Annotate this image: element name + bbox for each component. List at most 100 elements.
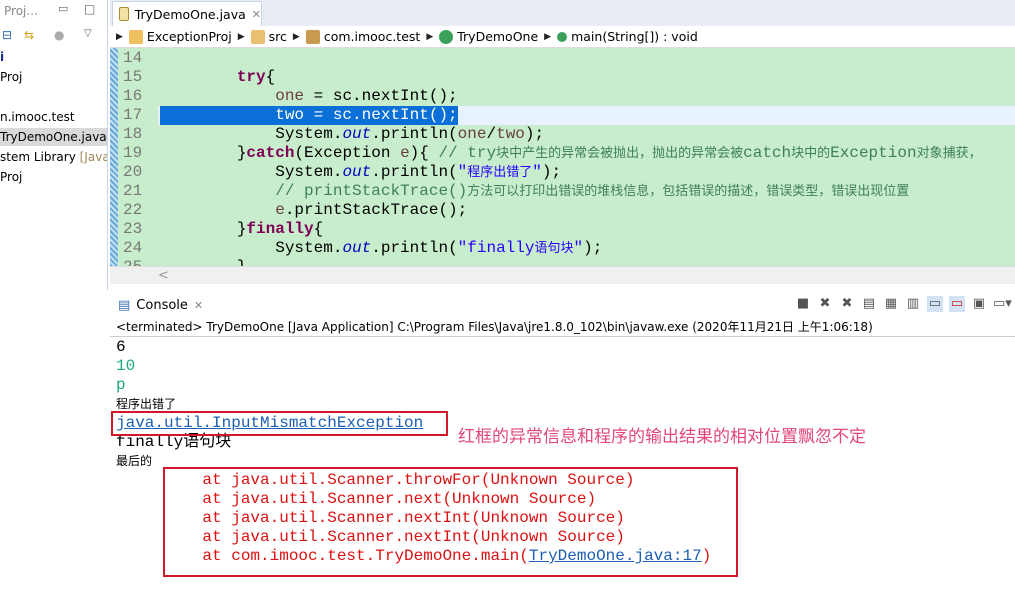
- remove-launch-icon[interactable]: ✖: [817, 296, 833, 312]
- code-text: one = sc.nextInt();: [160, 87, 458, 106]
- code-token: }: [160, 144, 246, 162]
- code-token: ": [574, 239, 584, 257]
- code-line[interactable]: 22 e.printStackTrace();: [110, 201, 1015, 220]
- line-number: 17: [123, 106, 142, 125]
- tree-item[interactable]: n.imooc.test: [0, 108, 79, 126]
- code-token: .println(: [371, 239, 457, 257]
- code-line[interactable]: 24 System.out.println("finally语句块");: [110, 239, 1015, 258]
- output-line: p: [116, 376, 126, 395]
- code-token: .println(: [371, 125, 457, 143]
- code-text: System.out.println(one/two);: [160, 125, 544, 144]
- clear-console-icon[interactable]: ▤: [861, 296, 877, 312]
- horizontal-scrollbar[interactable]: <: [110, 266, 1015, 284]
- source-folder-icon: [251, 30, 265, 44]
- word-wrap-icon[interactable]: ▥: [905, 296, 921, 312]
- show-on-stdout-icon[interactable]: ▭: [927, 296, 943, 312]
- pin-console-icon[interactable]: ▣: [971, 296, 987, 312]
- collapse-all-icon[interactable]: ⊟: [2, 28, 12, 42]
- code-token: Exception: [830, 144, 916, 162]
- code-line[interactable]: 25 }: [110, 258, 1015, 266]
- code-editor[interactable]: 1415 try{16 one = sc.nextInt();17 two = …: [110, 48, 1015, 266]
- filter-icon[interactable]: ●: [54, 28, 64, 42]
- code-token: e: [400, 144, 410, 162]
- code-token: one: [275, 87, 304, 105]
- breadcrumb-label: main(String[]) : void: [571, 29, 698, 44]
- maximize-icon[interactable]: □: [84, 2, 95, 16]
- java-file-icon: [119, 7, 129, 21]
- divider: [110, 336, 1015, 337]
- code-token: 语句块: [534, 241, 573, 256]
- close-icon[interactable]: ✕: [252, 8, 261, 21]
- code-token: 方法可以打印出错误的堆栈信息，包括错误的描述，错误类型，错误出现位置: [467, 184, 909, 199]
- remove-all-icon[interactable]: ✖: [839, 296, 855, 312]
- tree-item[interactable]: stem Library [JavaS: [0, 148, 108, 166]
- tree-item[interactable]: Proj: [0, 168, 26, 186]
- chevron-right-icon: ▶: [116, 32, 123, 42]
- console-icon: ▤: [118, 298, 130, 313]
- breadcrumb-class[interactable]: TryDemoOne: [439, 29, 538, 44]
- breadcrumb-method[interactable]: main(String[]) : void: [557, 29, 698, 44]
- code-line[interactable]: 20 System.out.println("程序出错了");: [110, 163, 1015, 182]
- output-line: 6: [116, 338, 126, 357]
- code-token: {: [314, 220, 324, 238]
- code-line[interactable]: 16 one = sc.nextInt();: [110, 87, 1015, 106]
- code-line[interactable]: 18 System.out.println(one/two);: [110, 125, 1015, 144]
- minimize-icon[interactable]: ▭: [58, 2, 68, 15]
- breadcrumb-src[interactable]: src: [251, 29, 287, 44]
- display-console-icon[interactable]: ▭▾: [993, 296, 1009, 312]
- code-token: = sc.nextInt();: [304, 87, 458, 105]
- highlight-box: [163, 467, 738, 577]
- code-token: [160, 182, 275, 200]
- line-number: 24: [123, 239, 142, 258]
- scroll-lock-icon[interactable]: ▦: [883, 296, 899, 312]
- code-token: // try: [438, 144, 496, 162]
- line-number: 20: [123, 163, 142, 182]
- console-toolbar: ■ ✖ ✖ ▤ ▦ ▥ ▭ ▭ ▣ ▭▾: [795, 296, 1009, 312]
- code-line[interactable]: 17 two = sc.nextInt();: [110, 106, 1015, 125]
- terminate-icon[interactable]: ■: [795, 296, 811, 312]
- code-token: }: [160, 258, 246, 266]
- code-text: two = sc.nextInt();: [160, 106, 458, 125]
- show-on-stderr-icon[interactable]: ▭: [949, 296, 965, 312]
- breadcrumb: ▶ ExceptionProj ▶ src ▶ com.imooc.test ▶…: [110, 26, 1015, 48]
- code-text: }: [160, 258, 246, 266]
- code-line[interactable]: 14: [110, 49, 1015, 68]
- tree-item-selected[interactable]: TryDemoOne.java: [0, 128, 108, 146]
- tree-item[interactable]: i: [0, 48, 8, 66]
- line-number: 23: [123, 220, 142, 239]
- code-token: }: [160, 220, 246, 238]
- code-line[interactable]: 21 // printStackTrace()方法可以打印出错误的堆栈信息，包括…: [110, 182, 1015, 201]
- tree-item[interactable]: Proj: [0, 68, 26, 86]
- code-line[interactable]: 23 }finally{: [110, 220, 1015, 239]
- code-text: System.out.println("程序出错了");: [160, 163, 561, 182]
- line-number: 16: [123, 87, 142, 106]
- code-token: /: [486, 125, 496, 143]
- editor-tab[interactable]: TryDemoOne.java ✕: [112, 1, 262, 26]
- code-line[interactable]: 19 }catch(Exception e){ // try块中产生的异常会被抛…: [110, 144, 1015, 163]
- code-token: finally: [246, 220, 313, 238]
- code-token: System.: [160, 125, 342, 143]
- code-text: // printStackTrace()方法可以打印出错误的堆栈信息，包括错误的…: [160, 182, 909, 201]
- console-status: <terminated> TryDemoOne [Java Applicatio…: [116, 318, 873, 335]
- close-icon[interactable]: ✕: [194, 299, 203, 312]
- code-line[interactable]: 15 try{: [110, 68, 1015, 87]
- line-number: 21: [123, 182, 142, 201]
- line-number: 15: [123, 68, 142, 87]
- code-token: {: [266, 68, 276, 86]
- breadcrumb-project[interactable]: ExceptionProj: [129, 29, 232, 44]
- code-token: out: [342, 239, 371, 257]
- code-text: try{: [160, 68, 275, 87]
- line-number: 25: [123, 258, 142, 266]
- scroll-left-icon[interactable]: <: [158, 268, 169, 283]
- code-token: 块中的: [791, 146, 830, 161]
- package-explorer-title[interactable]: Proj...: [4, 4, 38, 18]
- breadcrumb-package[interactable]: com.imooc.test: [306, 29, 420, 44]
- link-editor-icon[interactable]: ⇆: [24, 28, 34, 42]
- view-menu-icon[interactable]: ▽: [84, 28, 92, 39]
- code-token: e: [275, 201, 285, 219]
- line-number: 18: [123, 125, 142, 144]
- code-token: "finally: [458, 239, 535, 257]
- breadcrumb-label: src: [269, 29, 287, 44]
- console-tab-label[interactable]: Console: [136, 298, 188, 313]
- code-token: );: [542, 163, 561, 181]
